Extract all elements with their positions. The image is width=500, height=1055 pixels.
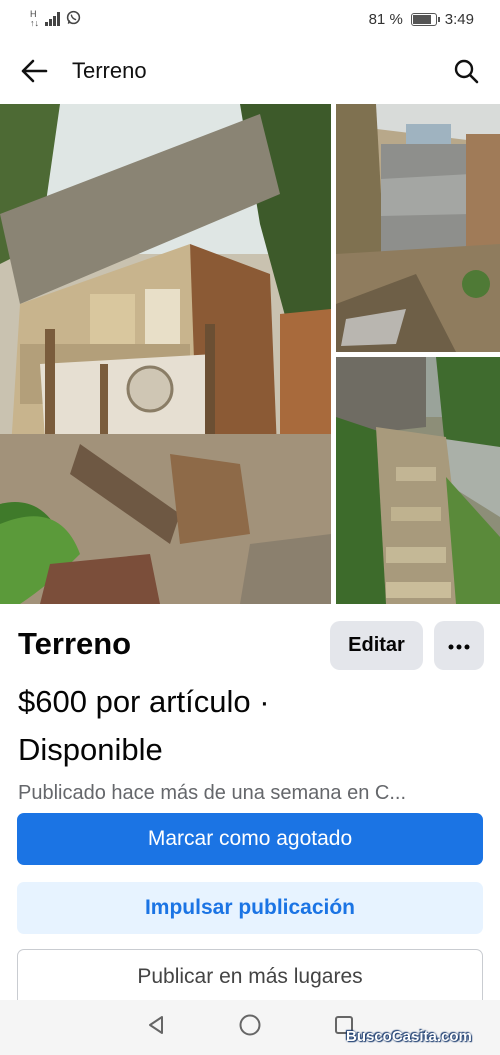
home-circle-icon[interactable] <box>238 1013 262 1042</box>
clock: 3:49 <box>444 10 474 28</box>
boost-listing-button[interactable]: Impulsar publicación <box>17 882 483 934</box>
battery-percent: 81 % <box>368 10 403 28</box>
photo-stone-steps[interactable] <box>336 357 500 604</box>
edit-button[interactable]: Editar <box>330 621 423 670</box>
availability-status: Disponible <box>18 732 163 767</box>
price-line: $600 por artículo · <box>18 684 270 719</box>
status-left: H ↑↓ <box>30 10 81 29</box>
watermark-logo: BuscoCasita.com <box>346 1028 472 1045</box>
page-title: Terreno <box>72 58 147 83</box>
battery-icon <box>410 12 440 26</box>
signal-icon <box>45 12 60 26</box>
arrow-left-icon[interactable] <box>18 55 50 87</box>
photo-gallery <box>0 104 500 604</box>
more-horizontal-icon <box>448 638 470 653</box>
status-bar: H ↑↓ 81 % 3:49 <box>0 0 500 38</box>
battery-fill <box>412 14 431 24</box>
photo-main-shack[interactable] <box>0 104 331 604</box>
mark-sold-button[interactable]: Marcar como agotado <box>17 813 483 865</box>
photo-shed-side[interactable] <box>336 104 500 352</box>
listing-title: Terreno <box>18 626 132 661</box>
search-icon[interactable] <box>450 55 482 87</box>
whatsapp-icon <box>66 10 81 29</box>
sim-icon: H ↑↓ <box>30 9 39 28</box>
status-right: 81 % 3:49 <box>369 11 474 28</box>
publish-more-button[interactable]: Publicar en más lugares <box>17 949 483 1003</box>
more-options-button[interactable] <box>434 621 484 670</box>
back-triangle-icon[interactable] <box>145 1014 167 1041</box>
published-info: Publicado hace más de una semana en C... <box>18 782 407 804</box>
app-bar: Terreno <box>0 38 500 104</box>
price-block: $600 por artículo · Disponible <box>18 678 478 774</box>
